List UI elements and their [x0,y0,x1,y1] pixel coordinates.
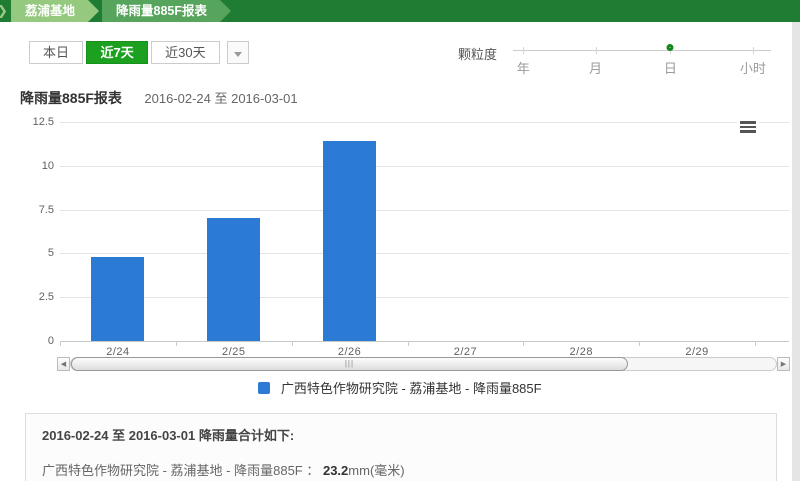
report-header: 降雨量885F报表 2016-02-24 至 2016-03-01 [20,88,298,108]
x-axis-label: 2/29 [639,346,755,358]
chart-bar[interactable] [207,218,260,341]
tab-today[interactable]: 本日 [29,41,83,64]
breadcrumb-item-report[interactable]: 降雨量885F报表 [102,0,231,22]
summary-line: 广西特色作物研究院 - 荔浦基地 - 降雨量885F ： 23.2mm(毫米) [42,460,760,479]
tab-last7days[interactable]: 近7天 [86,41,147,64]
scrollbar-thumb[interactable]: ||| [71,357,628,371]
granularity-label: 颗粒度 [458,44,497,63]
y-axis-label: 0 [8,335,54,347]
granularity-slider-handle[interactable] [667,44,674,51]
legend-swatch [258,382,270,394]
slider-tick [753,47,754,54]
y-axis-label: 2.5 [8,291,54,303]
breadcrumb: ❯ 荔浦基地 降雨量885F报表 [0,0,800,22]
summary-panel: 2016-02-24 至 2016-03-01 降雨量合计如下: 广西特色作物研… [25,413,777,481]
y-gridline [60,210,789,211]
summary-heading: 2016-02-24 至 2016-03-01 降雨量合计如下: [42,425,760,444]
y-axis-label: 10 [8,160,54,172]
rainfall-chart: ◀ ||| ▶ 广西特色作物研究院 - 荔浦基地 - 降雨量885F 0 2.5 5… [0,113,800,409]
x-axis-label: 2/28 [523,346,639,358]
slider-track[interactable] [513,50,771,51]
summary-total-value: 23.2 [323,463,348,478]
chart-legend[interactable]: 广西特色作物研究院 - 荔浦基地 - 降雨量885F [0,378,800,398]
y-gridline [60,253,789,254]
granularity-control: 颗粒度 年 月 日 小时 [458,40,773,74]
summary-unit: mm(毫米) [348,463,404,478]
granularity-option-1[interactable]: 年 [517,58,530,77]
screen: ❯ 荔浦基地 降雨量885F报表 本日 近7天 近30天 颗粒度 年 月 日 小时 降… [0,0,800,481]
y-gridline [60,341,789,342]
chevron-right-icon: ❯ [0,0,11,22]
chart-scrollbar: ◀ ||| ▶ [57,357,790,371]
breadcrumb-item-base[interactable]: 荔浦基地 [11,0,99,22]
tab-last30days[interactable]: 近30天 [151,41,219,64]
y-axis-label: 12.5 [8,116,54,128]
x-axis-tick [755,341,756,346]
date-range-tabs: 本日 近7天 近30天 [30,41,249,64]
y-gridline [60,122,789,123]
summary-series-label: 广西特色作物研究院 - 荔浦基地 - 降雨量885F ： [42,463,323,478]
chart-bar[interactable] [91,257,144,341]
y-axis-label: 7.5 [8,204,54,216]
legend-label: 广西特色作物研究院 - 荔浦基地 - 降雨量885F [281,381,542,396]
chevron-down-icon [234,52,242,57]
report-date-range: 2016-02-24 至 2016-03-01 [144,91,297,106]
chart-menu-icon[interactable] [737,119,759,137]
report-title: 降雨量885F报表 [20,90,122,106]
granularity-option-3[interactable]: 日 [664,58,677,77]
scroll-left-button[interactable]: ◀ [57,357,70,371]
scrollbar-track[interactable]: ||| [70,357,777,371]
slider-tick [523,47,524,54]
chart-bar[interactable] [323,141,376,341]
granularity-option-4[interactable]: 小时 [740,58,766,77]
scroll-right-button[interactable]: ▶ [777,357,790,371]
x-axis-label: 2/27 [408,346,524,358]
slider-tick [596,47,597,54]
y-gridline [60,297,789,298]
scrollbar-grip-icon: ||| [345,359,354,368]
x-axis-label: 2/24 [60,346,176,358]
granularity-slider[interactable]: 年 月 日 小时 [513,40,771,74]
x-axis-label: 2/26 [292,346,408,358]
range-dropdown-button[interactable] [227,41,249,64]
y-gridline [60,166,789,167]
right-gutter [792,22,800,481]
y-axis-label: 5 [8,247,54,259]
x-axis-label: 2/25 [176,346,292,358]
granularity-option-2[interactable]: 月 [589,58,602,77]
